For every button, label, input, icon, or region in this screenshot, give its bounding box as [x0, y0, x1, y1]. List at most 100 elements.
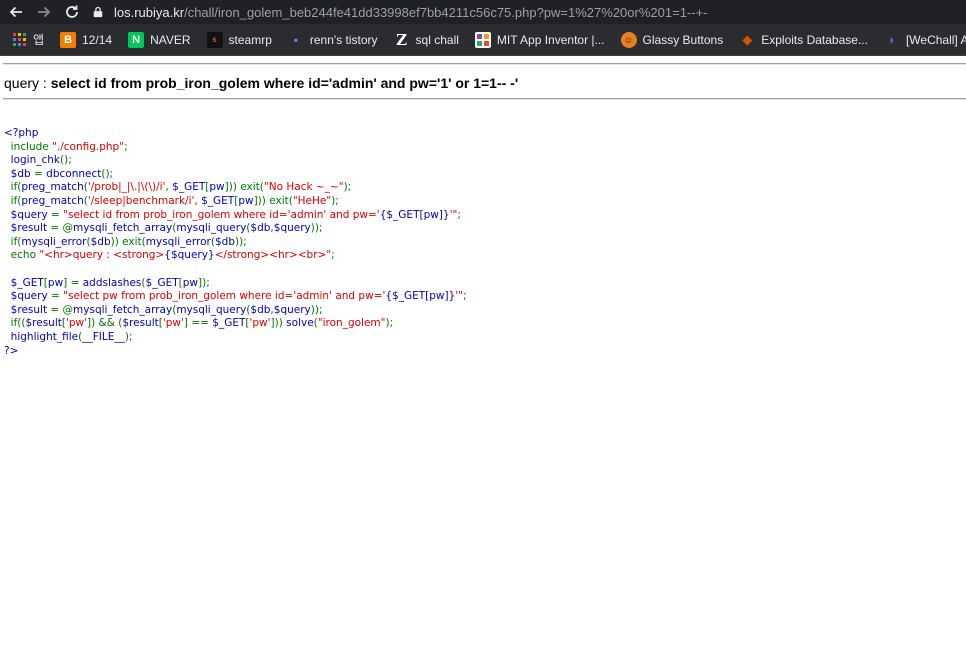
code-token: "<hr>query : <strong>: [39, 249, 165, 262]
code-token: $result: [25, 317, 62, 330]
code-token: if(: [4, 181, 22, 194]
reload-button[interactable]: [60, 0, 84, 24]
code-token: if((: [4, 317, 26, 330]
code-token: ));: [310, 303, 323, 316]
bookmark-exploits-database[interactable]: ◆ Exploits Database...: [734, 28, 873, 52]
address-bar: los.rubiya.kr/chall/iron_golem_beb244fe4…: [0, 0, 966, 24]
bookmark-naver[interactable]: N NAVER: [123, 28, 195, 52]
bookmarks-bar: 앱 B 12/14 N NAVER s steamrp • renn's tis…: [0, 24, 966, 56]
bookmark-label: 12/14: [82, 32, 113, 47]
code-token: "HeHe": [292, 194, 332, 207]
code-token: $result: [4, 303, 51, 316]
bookmark-label: Glassy Buttons: [642, 32, 724, 47]
code-token: "iron_golem": [317, 317, 386, 330]
code-token: pw: [47, 276, 64, 289]
code-token: );: [343, 181, 352, 194]
exploit-db-icon: ◆: [742, 31, 753, 47]
code-token: ;: [463, 290, 467, 303]
code-token: =: [34, 167, 47, 180]
code-token: highlight_file: [4, 330, 79, 343]
code-token: <?php: [4, 127, 39, 139]
bookmark-label: Exploits Database...: [761, 32, 868, 47]
url-path: /chall/iron_golem_beb244fe41dd33998ef7bb…: [184, 4, 708, 20]
code-token: $_GET: [201, 194, 235, 207]
bookmark-steamrp[interactable]: s steamrp: [202, 28, 277, 52]
code-token: '/prob|_|\.|\(\)/i': [87, 181, 166, 194]
apps-grid-icon: [11, 32, 27, 48]
bookmark-12-14[interactable]: B 12/14: [55, 28, 117, 52]
code-token: $db: [250, 303, 271, 316]
code-token: addslashes: [82, 276, 142, 289]
top-divider: [3, 63, 966, 65]
code-token: );: [385, 317, 394, 330]
url-host: los.rubiya.kr: [114, 4, 185, 20]
bookmark-apps[interactable]: 앱: [6, 28, 49, 52]
arrow-right-icon: [38, 6, 51, 18]
code-line: if(($result['pw']) && ($result['pw'] == …: [4, 317, 467, 331]
code-token: if(: [4, 235, 22, 248]
code-token: {$query}: [164, 249, 215, 262]
code-token: = @: [50, 222, 74, 235]
code-line: highlight_file(__FILE__);: [4, 331, 467, 345]
steamrp-icon: s: [206, 31, 223, 48]
bookmark-sql-chall[interactable]: Z sql chall: [389, 28, 464, 52]
code-token: $result: [122, 317, 159, 330]
url-field[interactable]: los.rubiya.kr/chall/iron_golem_beb244fe4…: [92, 0, 708, 24]
code-line: ?>: [4, 345, 467, 359]
code-token: $query: [273, 222, 311, 235]
code-line: include "./config.php";: [4, 141, 467, 155]
code-token: mysqli_error: [21, 235, 87, 248]
code-token: if(: [4, 194, 22, 207]
query-line: query : select id from prob_iron_golem w…: [4, 75, 518, 91]
code-token: echo: [4, 249, 40, 262]
code-token: {$_GET[pw]}: [385, 290, 456, 303]
code-token: ;: [457, 208, 461, 221]
code-line: $db = dbconnect();: [4, 168, 467, 182]
bookmark-glassy-buttons[interactable]: ☺ Glassy Buttons: [616, 28, 729, 52]
code-token: $query: [273, 303, 311, 316]
code-line: $result = @mysqli_fetch_array(mysqli_que…: [4, 222, 467, 236]
bookmark-label: renn's tistory: [309, 32, 378, 47]
bookmark-label: sql chall: [415, 32, 459, 47]
code-token: ])) exit(: [224, 181, 264, 194]
code-token: ] ==: [183, 317, 213, 330]
code-token: $query: [4, 290, 52, 303]
code-token: "No Hack ~_~": [263, 181, 344, 194]
query-text: select id from prob_iron_golem where id=…: [50, 75, 519, 91]
code-token: {$_GET[pw]}: [379, 208, 450, 221]
code-line: $query = "select id from prob_iron_golem…: [4, 209, 467, 223]
reload-icon: [66, 5, 78, 18]
code-token: $query: [4, 208, 52, 221]
code-token: "select pw from prob_iron_golem where id…: [63, 290, 386, 303]
code-token: </strong><hr><br>": [214, 249, 332, 262]
code-token: = @: [50, 303, 74, 316]
code-line: if(preg_match('/prob|_|\.|\(\)/i', $_GET…: [4, 181, 467, 195]
bookmark-wechall[interactable]: ◗ [WeChall] About...: [879, 28, 966, 52]
code-token: ]);: [198, 276, 210, 289]
code-token: $_GET: [212, 317, 246, 330]
back-button[interactable]: [4, 0, 28, 24]
bookmark-mit-app-inventor[interactable]: MIT App Inventor |...: [470, 28, 610, 52]
z-icon: Z: [396, 30, 408, 49]
code-token: ])) exit(: [253, 194, 293, 207]
code-token: $_GET: [4, 276, 44, 289]
code-token: 'pw': [162, 317, 184, 330]
code-token: __FILE__: [82, 330, 125, 343]
bookmark-label: 앱: [33, 33, 45, 47]
code-token: ]) && (: [87, 317, 123, 330]
code-token: ();: [60, 154, 72, 167]
code-token: );: [331, 194, 339, 207]
code-token: ();: [101, 167, 114, 180]
code-token: $_GET: [145, 276, 179, 289]
glassy-buttons-icon: ☺: [620, 31, 637, 48]
code-token: ));: [234, 235, 247, 248]
code-token: '/sleep|benchmark/i': [87, 194, 195, 207]
wechall-icon: ◗: [888, 32, 896, 47]
bookmark-label: MIT App Inventor |...: [496, 32, 605, 47]
code-token: mysqli_fetch_array: [73, 303, 173, 316]
code-token: mysqli_query: [176, 303, 247, 316]
code-token: $db: [4, 167, 35, 180]
code-token: solve: [286, 317, 314, 330]
bookmark-renns-tistory[interactable]: • renn's tistory: [283, 28, 383, 52]
forward-button[interactable]: [32, 0, 56, 24]
